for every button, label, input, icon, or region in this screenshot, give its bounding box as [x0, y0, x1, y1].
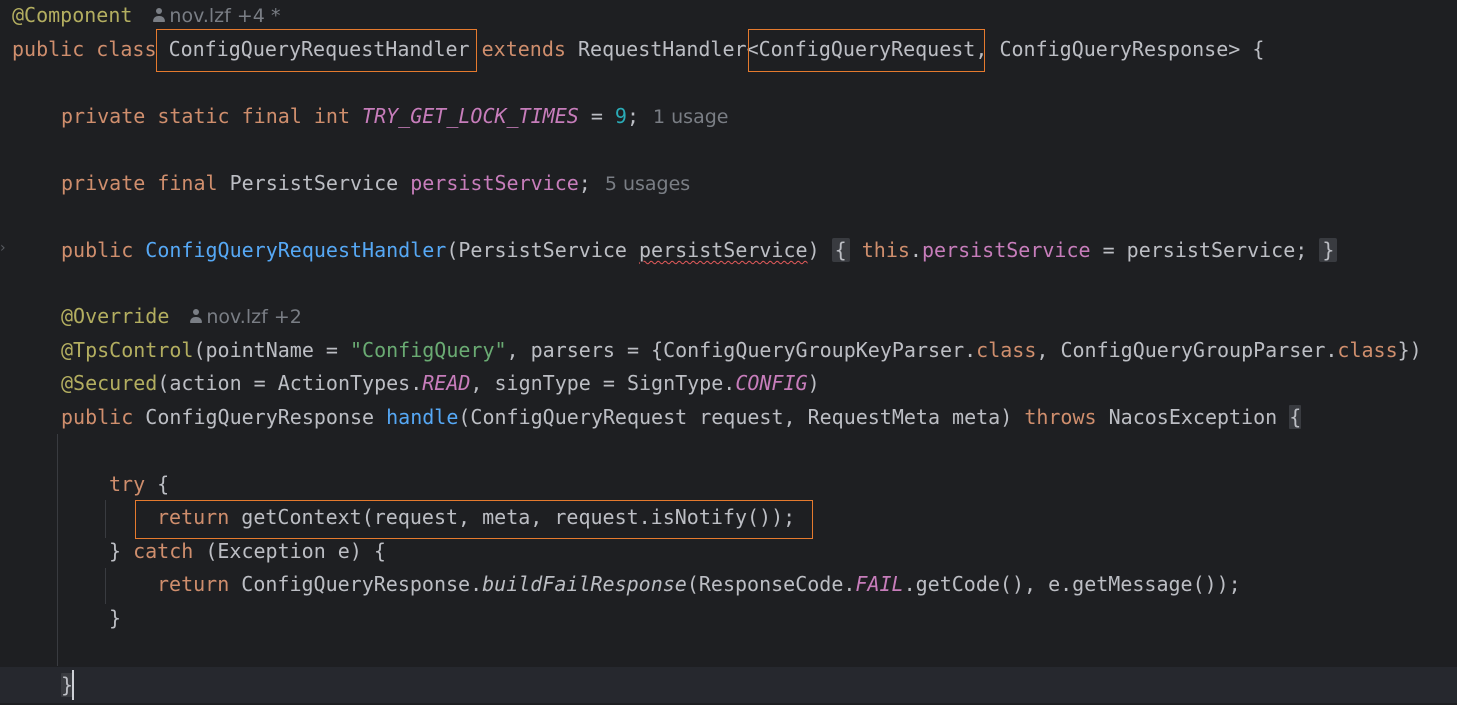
code-line-2: public class ConfigQueryRequestHandler e… — [12, 34, 1264, 64]
ctor-param-warning[interactable]: persistService — [639, 238, 808, 262]
keyword-throws: throws — [1024, 405, 1097, 429]
keyword-catch: catch — [133, 539, 194, 563]
code-line-12: } catch (Exception e) { — [109, 536, 386, 566]
annotation-override: @Override — [61, 304, 170, 328]
class-name[interactable]: ConfigQueryRequestHandler — [169, 37, 470, 61]
assign-op: = — [578, 104, 615, 128]
return-expression[interactable]: getContext(request, meta, request.isNoti… — [229, 505, 795, 529]
person-icon — [189, 308, 203, 324]
author-name: nov.lzf — [169, 5, 231, 27]
author-hint[interactable]: nov.lzf +4 * — [152, 5, 280, 27]
keyword-extends: extends — [481, 37, 566, 61]
semicolon: ; — [578, 171, 591, 195]
code-line-9: public ConfigQueryResponse handle(Config… — [61, 402, 1302, 432]
assignment: = persistService; — [1090, 238, 1308, 262]
annotation-secured: @Secured — [61, 371, 158, 395]
generic-open: < — [746, 37, 759, 61]
code-line-5: public ConfigQueryRequestHandler(Persist… — [61, 235, 1338, 265]
usage-hint[interactable]: 5 usages — [605, 173, 690, 195]
annotation-args-close: ) — [807, 371, 820, 395]
annotation-component: @Component — [12, 3, 133, 27]
field-modifiers: private final — [61, 171, 218, 195]
keyword-public: public — [61, 238, 134, 262]
indent-guide — [105, 500, 106, 538]
string-literal: "ConfigQuery" — [350, 338, 507, 362]
class-open-brace: > { — [1228, 37, 1265, 61]
chevron-right-icon[interactable]: › — [0, 240, 6, 256]
code-line-13: return ConfigQueryResponse.buildFailResp… — [157, 569, 1241, 599]
annotation-args: , ConfigQueryGroupParser. — [1036, 338, 1338, 362]
author-more: +2 — [273, 306, 302, 328]
catch-clause: (Exception e) { — [193, 539, 386, 563]
keyword-public: public — [12, 37, 85, 61]
annotation-args: , parsers = {ConfigQueryGroupKeyParser. — [506, 338, 977, 362]
author-name: nov.lzf — [206, 306, 268, 328]
folded-brace-open[interactable]: { — [831, 238, 850, 262]
generic-request-type[interactable]: ConfigQueryRequest — [759, 37, 976, 61]
call-args: (ResponseCode. — [686, 572, 856, 596]
author-more: +4 * — [236, 5, 281, 27]
method-name[interactable]: handle — [386, 405, 458, 429]
exception-type[interactable]: NacosException — [1109, 405, 1278, 429]
keyword-public: public — [61, 405, 134, 429]
semicolon: ; — [626, 104, 639, 128]
generic-comma: , — [975, 37, 988, 61]
response-class-ref: ConfigQueryResponse. — [229, 572, 483, 596]
code-line-1: @Component nov.lzf +4 * — [12, 0, 280, 30]
keyword-class: class — [976, 338, 1037, 362]
keyword-return: return — [157, 572, 230, 596]
generic-response-type[interactable]: ConfigQueryResponse — [999, 37, 1228, 61]
field-type[interactable]: PersistService — [230, 171, 399, 195]
keyword-this: this — [861, 238, 910, 262]
method-open-brace: { — [1289, 405, 1302, 429]
code-line-4: private final PersistService persistServ… — [61, 168, 690, 198]
field-name[interactable]: persistService — [410, 171, 579, 195]
keyword-return: return — [157, 505, 230, 529]
code-line-10: try { — [109, 469, 169, 499]
method-params: (ConfigQueryRequest request, RequestMeta… — [458, 405, 1013, 429]
ctor-params-close: ) — [807, 238, 820, 262]
enum-constant[interactable]: READ — [422, 371, 470, 395]
constructor-name[interactable]: ConfigQueryRequestHandler — [145, 238, 446, 262]
keyword-try: try — [109, 472, 146, 496]
enum-constant[interactable]: CONFIG — [735, 371, 807, 395]
indent-guide — [105, 568, 106, 604]
current-line-highlight — [0, 667, 1457, 703]
superclass-name[interactable]: RequestHandler — [578, 37, 747, 61]
try-close-brace: } — [109, 539, 134, 563]
static-method-call[interactable]: buildFailResponse — [482, 572, 687, 596]
ctor-params-open: (PersistService — [446, 238, 639, 262]
code-line-11: return getContext(request, meta, request… — [157, 502, 795, 532]
code-editor[interactable]: › @Component nov.lzf +4 * public class Co… — [0, 0, 1457, 705]
person-icon — [152, 7, 166, 23]
try-open-brace: { — [145, 472, 170, 496]
author-hint[interactable]: nov.lzf +2 — [189, 306, 302, 328]
keyword-class: class — [1337, 338, 1398, 362]
code-line-14: } — [109, 603, 121, 633]
code-line-3: private static final int TRY_GET_LOCK_TI… — [61, 101, 728, 131]
dot: . — [909, 238, 922, 262]
return-type[interactable]: ConfigQueryResponse — [145, 405, 374, 429]
code-line-7: @TpsControl(pointName = "ConfigQuery", p… — [61, 335, 1422, 365]
keyword-class: class — [96, 37, 157, 61]
folded-brace-close[interactable]: } — [1319, 238, 1338, 262]
indent-guide — [57, 434, 58, 666]
annotation-args: (pointName = — [193, 338, 350, 362]
usage-hint[interactable]: 1 usage — [653, 106, 728, 128]
code-line-8: @Secured(action = ActionTypes.READ, sign… — [61, 368, 820, 398]
catch-close-brace: } — [109, 606, 122, 630]
number-literal: 9 — [614, 104, 627, 128]
annotation-args-close: }) — [1397, 338, 1422, 362]
code-line-6: @Override nov.lzf +2 — [61, 301, 302, 331]
call-args: .getCode(), e.getMessage()); — [903, 572, 1241, 596]
enum-constant[interactable]: FAIL — [855, 572, 903, 596]
annotation-args: , signType = SignType. — [470, 371, 736, 395]
constant-name[interactable]: TRY_GET_LOCK_TIMES — [362, 104, 579, 128]
text-caret — [72, 670, 74, 700]
field-ref[interactable]: persistService — [922, 238, 1091, 262]
annotation-args: (action = ActionTypes. — [157, 371, 423, 395]
annotation-tpscontrol: @TpsControl — [61, 338, 194, 362]
field-modifiers: private static final int — [61, 104, 350, 128]
